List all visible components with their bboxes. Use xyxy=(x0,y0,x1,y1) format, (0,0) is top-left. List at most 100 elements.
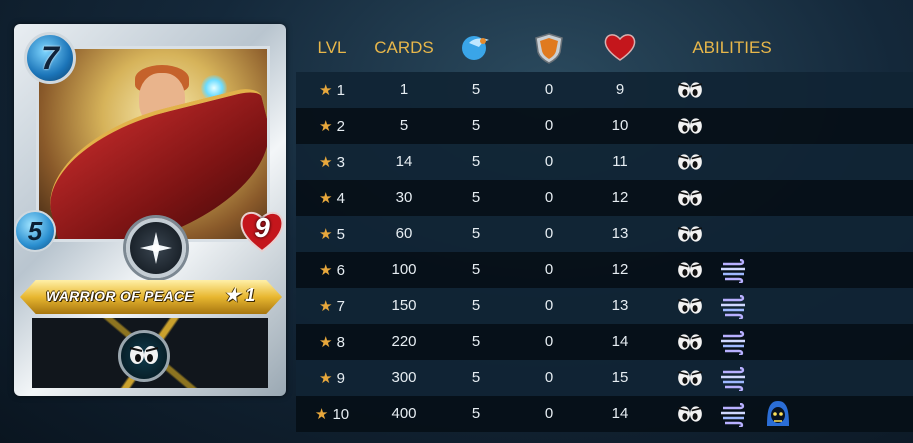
row-cards: 30 xyxy=(395,189,413,206)
health-badge: 9 xyxy=(238,208,286,254)
row-armor: 0 xyxy=(544,153,554,170)
row-cards: 60 xyxy=(395,225,413,242)
row-speed: 5 xyxy=(471,153,481,170)
row-armor: 0 xyxy=(544,333,554,350)
row-health: 15 xyxy=(611,369,629,386)
row-speed: 5 xyxy=(471,81,481,98)
armor-icon xyxy=(535,33,563,64)
table-row: ★ 3 14 5 0 11 xyxy=(296,144,913,180)
star-emblem-icon xyxy=(140,232,172,264)
row-cards: 220 xyxy=(391,333,417,350)
row-speed: 5 xyxy=(471,297,481,314)
silence-icon[interactable] xyxy=(676,331,704,358)
table-row: ★ 9 300 5 0 15 xyxy=(296,360,913,396)
row-level: ★ 3 xyxy=(304,153,360,171)
level-star-icon: ★ xyxy=(319,370,333,387)
card-level-star: ★ xyxy=(224,285,241,305)
table-row: ★ 7 150 5 0 13 xyxy=(296,288,913,324)
table-row: ★ 11509 xyxy=(296,72,913,108)
hooded-skull-icon[interactable] xyxy=(764,400,792,433)
level-star-icon: ★ xyxy=(319,226,333,243)
row-level: ★ 4 xyxy=(304,189,360,207)
silence-icon[interactable] xyxy=(676,295,704,322)
row-cards: 5 xyxy=(399,117,409,134)
row-level: ★ 8 xyxy=(304,333,360,351)
row-health: 11 xyxy=(612,153,628,170)
silence-icon[interactable] xyxy=(676,151,704,178)
silence-icon[interactable] xyxy=(676,367,704,394)
row-armor: 0 xyxy=(544,261,554,278)
level-star-icon: ★ xyxy=(319,154,333,171)
silence-icon[interactable] xyxy=(676,79,704,106)
row-health: 14 xyxy=(611,405,629,422)
row-level-value: 9 xyxy=(332,370,345,387)
wind-icon[interactable] xyxy=(720,366,750,396)
row-armor: 0 xyxy=(544,189,554,206)
header-speed xyxy=(458,32,494,67)
row-cards: 150 xyxy=(391,297,417,314)
wind-icon[interactable] xyxy=(720,258,750,288)
silence-icon[interactable] xyxy=(676,187,704,214)
row-armor: 0 xyxy=(544,405,554,422)
row-speed: 5 xyxy=(471,369,481,386)
row-level-value: 4 xyxy=(332,190,345,207)
row-speed: 5 xyxy=(471,405,481,422)
header-cards: CARDS xyxy=(374,38,434,57)
level-star-icon: ★ xyxy=(319,82,333,99)
card-name-bar: WARRIOR OF PEACE ★ 1 xyxy=(20,280,282,314)
row-level-value: 10 xyxy=(328,406,350,423)
row-level: ★ 9 xyxy=(304,369,360,387)
row-level: ★ 6 xyxy=(304,261,360,279)
row-cards: 300 xyxy=(391,369,417,386)
row-cards: 400 xyxy=(391,405,417,422)
wind-icon[interactable] xyxy=(720,402,750,432)
silence-icon[interactable] xyxy=(676,115,704,142)
card-ability-slot xyxy=(118,330,170,382)
card-name: WARRIOR OF PEACE xyxy=(46,288,194,304)
speed-icon xyxy=(462,36,489,60)
wind-icon[interactable] xyxy=(720,330,750,360)
row-level-value: 1 xyxy=(332,82,345,99)
table-row: ★ 4 30 5 0 12 xyxy=(296,180,913,216)
row-level-value: 7 xyxy=(332,298,345,315)
row-cards: 100 xyxy=(391,261,417,278)
wind-icon[interactable] xyxy=(720,294,750,324)
level-star-icon: ★ xyxy=(319,190,333,207)
row-armor: 0 xyxy=(544,81,554,98)
row-level-value: 8 xyxy=(332,334,345,351)
row-health: 14 xyxy=(611,333,629,350)
silence-icon xyxy=(129,346,159,364)
level-star-icon: ★ xyxy=(319,334,333,351)
level-star-icon: ★ xyxy=(319,118,333,135)
level-star-icon: ★ xyxy=(319,262,333,279)
level-star-icon: ★ xyxy=(314,406,329,423)
health-icon xyxy=(604,34,636,61)
row-level-value: 5 xyxy=(332,226,345,243)
row-speed: 5 xyxy=(471,117,481,134)
table-header: LVL CARDS ABILITIES xyxy=(296,28,913,72)
star-emblem xyxy=(126,218,186,278)
row-level: ★ 7 xyxy=(304,297,360,315)
card-level-number: 1 xyxy=(245,285,256,305)
row-level: ★ 1 xyxy=(304,81,360,99)
card-artwork xyxy=(36,46,270,242)
monster-card: 7 5 9 WARRIOR OF PEACE ★ 1 xyxy=(14,24,286,396)
header-abilities: ABILITIES xyxy=(692,38,772,57)
row-level-value: 2 xyxy=(332,118,345,135)
row-cards: 14 xyxy=(395,153,413,170)
card-level: ★ 1 xyxy=(224,285,255,306)
row-health: 12 xyxy=(611,189,629,206)
level-star-icon: ★ xyxy=(319,298,333,315)
row-armor: 0 xyxy=(544,117,554,134)
table-row: ★ 10 400 5 0 14 xyxy=(296,396,913,432)
header-level: LVL xyxy=(317,38,347,57)
silence-icon[interactable] xyxy=(676,259,704,286)
row-speed: 5 xyxy=(471,333,481,350)
row-speed: 5 xyxy=(471,225,481,242)
row-level: ★ 10 xyxy=(304,405,360,423)
row-health: 10 xyxy=(611,117,629,134)
row-level: ★ 2 xyxy=(304,117,360,135)
row-level-value: 6 xyxy=(332,262,345,279)
silence-icon[interactable] xyxy=(676,403,704,430)
silence-icon[interactable] xyxy=(676,223,704,250)
